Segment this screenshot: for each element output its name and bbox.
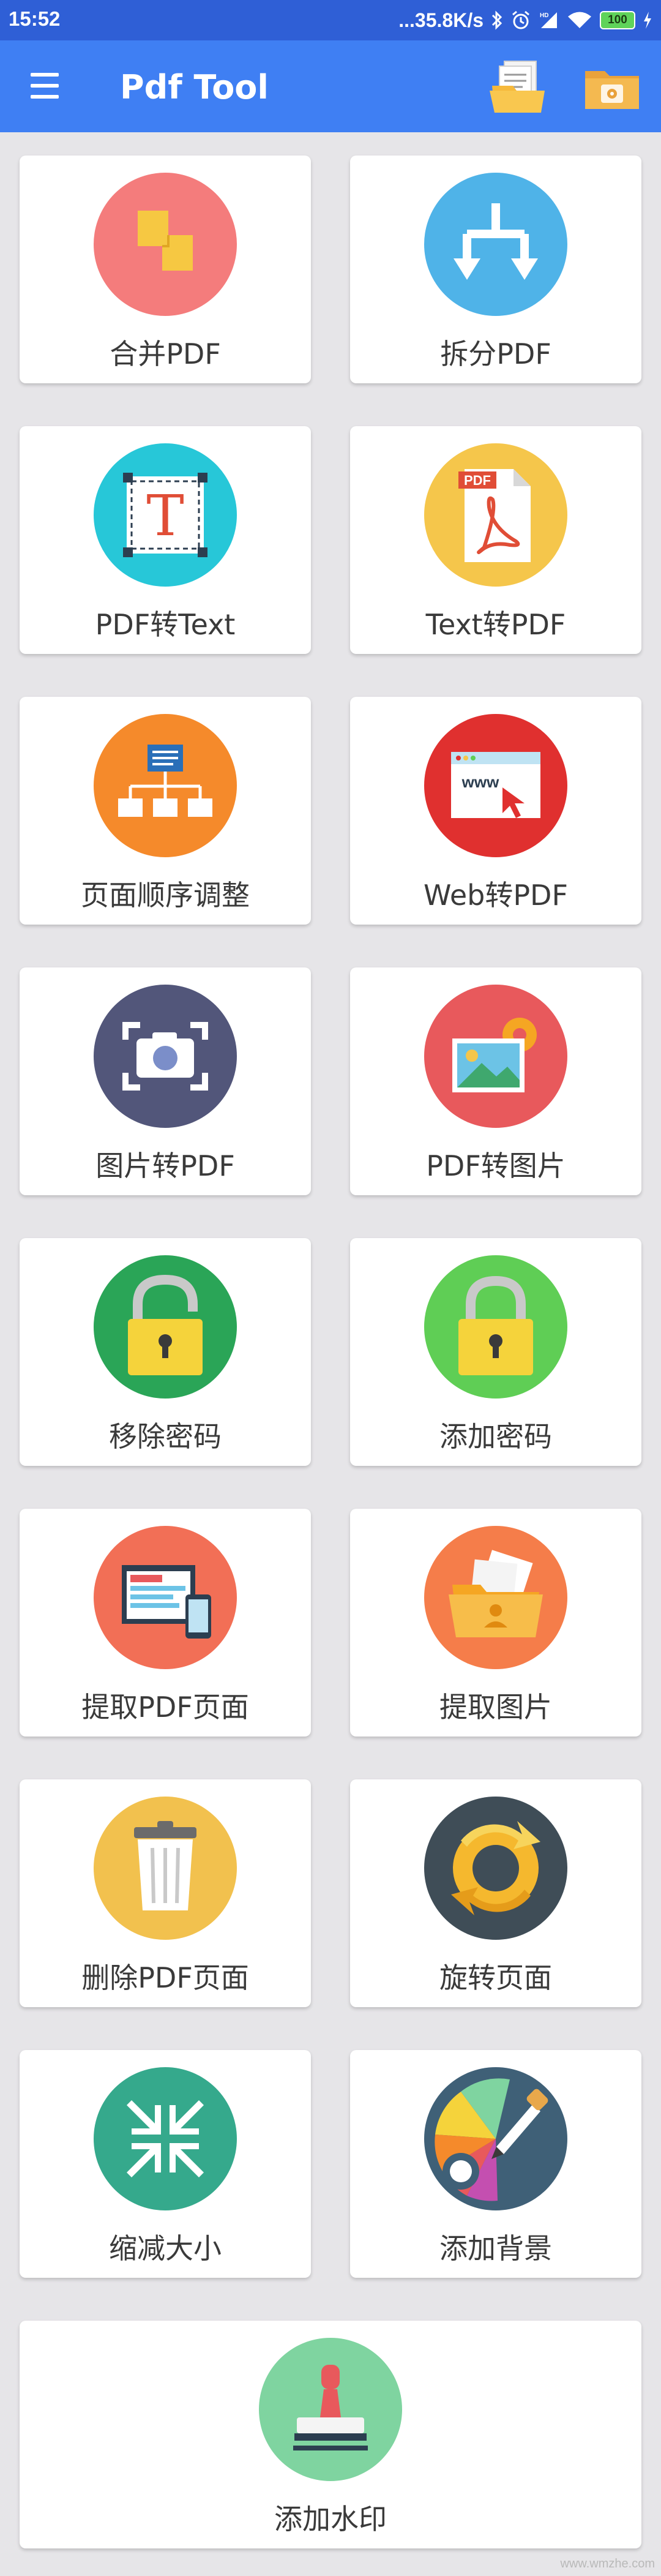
compress-icon [94, 2067, 237, 2210]
battery-indicator: 100 [600, 11, 635, 29]
stamp-icon [259, 2338, 402, 2481]
alarm-icon [510, 10, 531, 31]
svg-text:PDF: PDF [464, 473, 491, 488]
image-settings-icon [424, 985, 567, 1128]
charging-icon [643, 11, 652, 29]
app-title: Pdf Tool [120, 68, 269, 107]
tool-card-merge-pdf[interactable]: 合并PDF [20, 156, 311, 383]
tool-label: 移除密码 [109, 1420, 222, 1453]
trash-icon [94, 1797, 237, 1940]
tool-label: 页面顺序调整 [81, 879, 250, 912]
text-icon: T [94, 443, 237, 587]
tool-card-reorder-pages[interactable]: 页面顺序调整 [20, 697, 311, 925]
tool-label: 删除PDF页面 [81, 1961, 249, 1994]
tool-card-extract-pdf-pages[interactable]: 提取PDF页面 [20, 1509, 311, 1737]
folder-button[interactable] [583, 59, 641, 115]
tool-card-pdf-to-image[interactable]: PDF转图片 [350, 967, 641, 1195]
camera-icon [94, 985, 237, 1128]
network-speed: ...35.8K/s [398, 9, 484, 31]
svg-text:HD: HD [540, 12, 548, 19]
site-watermark: www.wmzhe.com [560, 2557, 655, 2570]
tool-label: 图片转PDF [95, 1149, 235, 1182]
wifi-icon [567, 10, 592, 31]
tool-label: Text转PDF [425, 608, 566, 641]
svg-text:T: T [146, 483, 184, 549]
tool-label: 添加水印 [274, 2503, 387, 2536]
rotate-icon [424, 1797, 567, 1940]
tool-label: PDF转Text [95, 608, 236, 641]
bluetooth-icon [491, 10, 503, 31]
tool-card-web-to-pdf[interactable]: www Web转PDF [350, 697, 641, 925]
status-bar: 15:52 ...35.8K/s HD 100 [0, 0, 661, 40]
unlock-icon [94, 1255, 237, 1399]
svg-text:www: www [461, 773, 499, 791]
menu-icon-line [31, 95, 59, 99]
tool-label: 提取图片 [439, 1691, 552, 1724]
tool-card-image-to-pdf[interactable]: 图片转PDF [20, 967, 311, 1195]
tool-label: 提取PDF页面 [81, 1691, 249, 1724]
tool-card-pdf-to-text[interactable]: T PDF转Text [20, 426, 311, 654]
tool-label: 拆分PDF [440, 337, 551, 370]
tool-card-rotate-pages[interactable]: 旋转页面 [350, 1779, 641, 2007]
folder-settings-icon [585, 71, 639, 109]
tool-label: 旋转页面 [439, 1961, 552, 1994]
app-bar: Pdf Tool [0, 40, 661, 132]
tool-card-extract-images[interactable]: 提取图片 [350, 1509, 641, 1737]
menu-icon-line [31, 84, 59, 88]
tool-label: PDF转图片 [426, 1149, 566, 1182]
sitemap-icon [94, 714, 237, 857]
palette-icon [424, 2067, 567, 2210]
lock-icon [424, 1255, 567, 1399]
status-icons: ...35.8K/s HD 100 [398, 6, 652, 34]
extract-images-icon [424, 1526, 567, 1669]
tool-card-text-to-pdf[interactable]: PDF Text转PDF [350, 426, 641, 654]
tool-card-add-watermark[interactable]: 添加水印 [20, 2321, 641, 2548]
tool-card-split-pdf[interactable]: 拆分PDF [350, 156, 641, 383]
split-icon [424, 173, 567, 316]
tool-label: 添加背景 [439, 2232, 552, 2265]
tool-card-add-background[interactable]: 添加背景 [350, 2050, 641, 2278]
signal-icon: HD [539, 10, 559, 31]
tool-label: 缩减大小 [109, 2232, 222, 2265]
tool-card-compress[interactable]: 缩减大小 [20, 2050, 311, 2278]
files-button[interactable] [488, 59, 547, 115]
extract-pages-icon [94, 1526, 237, 1669]
status-time: 15:52 [9, 7, 61, 30]
tool-label: 添加密码 [439, 1420, 552, 1453]
tool-card-add-password[interactable]: 添加密码 [350, 1238, 641, 1466]
tool-label: 合并PDF [110, 337, 221, 370]
tool-card-delete-pdf-pages[interactable]: 删除PDF页面 [20, 1779, 311, 2007]
menu-button[interactable] [26, 69, 62, 103]
pdf-file-icon: PDF [424, 443, 567, 587]
tool-label: Web转PDF [424, 879, 568, 912]
merge-icon [94, 173, 237, 316]
menu-icon [31, 73, 59, 77]
documents-folder-icon [490, 61, 545, 113]
web-browser-icon: www [424, 714, 567, 857]
tool-card-remove-password[interactable]: 移除密码 [20, 1238, 311, 1466]
